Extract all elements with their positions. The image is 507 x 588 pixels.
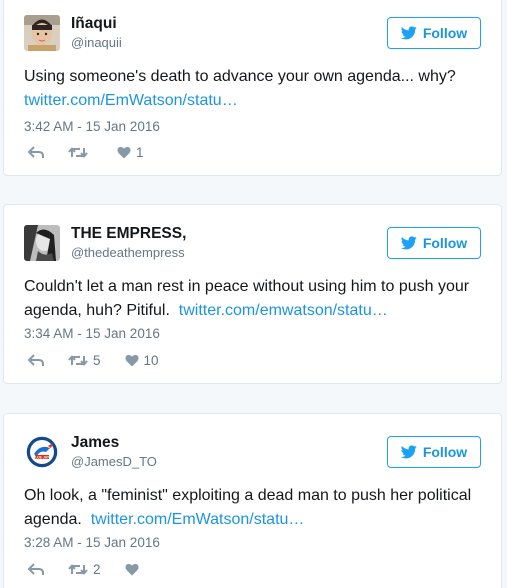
follow-label: Follow	[422, 25, 468, 41]
tweet-card: BLUE JAYS James @JamesD_TO Follow Oh loo…	[3, 413, 502, 588]
reply-icon	[28, 146, 44, 158]
display-name[interactable]: THE EMPRESS,	[71, 225, 186, 243]
tweet-link[interactable]: twitter.com/EmWatson/statu…	[24, 92, 238, 109]
like-count: 10	[143, 353, 159, 368]
twitter-bird-icon	[400, 445, 417, 459]
follow-button[interactable]: Follow	[387, 17, 481, 49]
user-handle[interactable]: @thedeathempress	[71, 245, 185, 261]
follow-label: Follow	[422, 444, 468, 460]
user-handle[interactable]: @JamesD_TO	[71, 454, 157, 470]
avatar[interactable]	[24, 225, 60, 261]
reply-icon	[28, 354, 44, 366]
tweet-text: Couldn't let a man rest in peace without…	[24, 275, 481, 323]
tweet-body: Using someone's death to advance your ow…	[24, 68, 456, 85]
tweet-actions: 2	[28, 562, 168, 577]
avatar[interactable]: BLUE JAYS	[24, 434, 60, 470]
retweet-icon	[68, 564, 88, 575]
reply-icon	[28, 563, 44, 575]
retweet-count: 2	[93, 562, 101, 577]
timestamp[interactable]: 3:28 AM - 15 Jan 2016	[24, 535, 160, 551]
twitter-bird-icon	[400, 26, 417, 40]
retweet-button[interactable]	[68, 146, 93, 159]
follow-button[interactable]: Follow	[387, 227, 481, 259]
tweet-text: Oh look, a "feminist" exploiting a dead …	[24, 484, 481, 532]
retweet-button[interactable]: 5	[68, 353, 101, 368]
timestamp[interactable]: 3:34 AM - 15 Jan 2016	[24, 326, 160, 342]
like-button[interactable]: 10	[124, 353, 159, 368]
retweet-button[interactable]: 2	[68, 562, 101, 577]
tweet-card: THE EMPRESS, @thedeathempress Follow Cou…	[3, 204, 502, 384]
reply-button[interactable]	[28, 146, 44, 159]
like-button[interactable]: 1	[117, 145, 144, 160]
heart-icon	[117, 146, 131, 159]
follow-button[interactable]: Follow	[387, 436, 481, 468]
retweet-icon	[68, 355, 88, 366]
tweet-card: Iñaqui @inaquii Follow Using someone's d…	[3, 0, 502, 176]
like-count: 1	[136, 145, 144, 160]
twitter-bird-icon	[400, 236, 417, 250]
user-handle[interactable]: @inaquii	[71, 35, 122, 51]
display-name[interactable]: Iñaqui	[71, 15, 117, 33]
like-button[interactable]	[124, 563, 144, 576]
follow-label: Follow	[422, 235, 468, 251]
heart-icon	[124, 354, 139, 367]
display-name[interactable]: James	[71, 434, 119, 452]
timestamp[interactable]: 3:42 AM - 15 Jan 2016	[24, 119, 160, 135]
retweet-count: 5	[93, 353, 101, 368]
avatar[interactable]	[24, 15, 60, 51]
tweet-actions: 1	[28, 145, 168, 160]
tweet-link[interactable]: twitter.com/emwatson/statu…	[179, 302, 388, 319]
reply-button[interactable]	[28, 563, 44, 576]
avatar-badge-text: BLUE JAYS	[33, 456, 52, 460]
tweet-link[interactable]: twitter.com/EmWatson/statu…	[91, 511, 305, 528]
tweet-text: Using someone's death to advance your ow…	[24, 65, 481, 113]
tweet-actions: 5 10	[28, 353, 183, 368]
retweet-icon	[68, 147, 88, 158]
heart-icon	[124, 563, 139, 576]
reply-button[interactable]	[28, 354, 44, 367]
